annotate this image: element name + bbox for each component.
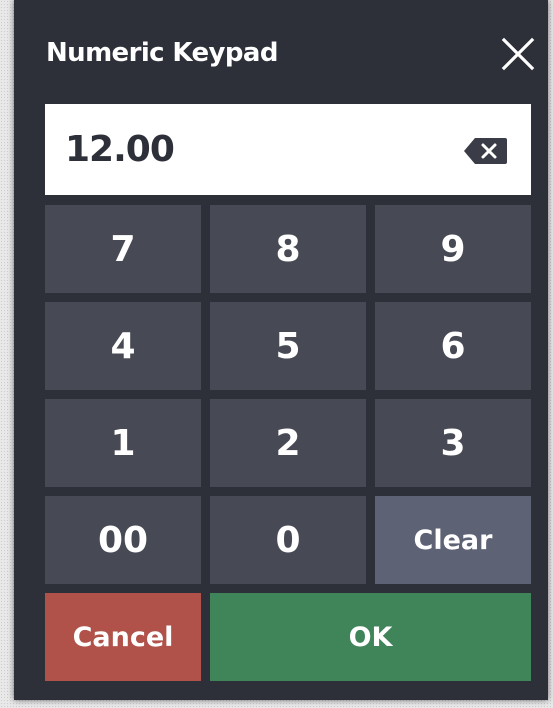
ok-button[interactable]: OK (210, 593, 531, 681)
key-5[interactable]: 5 (210, 302, 366, 390)
key-3[interactable]: 3 (375, 399, 531, 487)
key-7[interactable]: 7 (45, 205, 201, 293)
close-icon (501, 37, 535, 71)
dialog-title: Numeric Keypad (46, 38, 278, 68)
backspace-button[interactable] (463, 136, 509, 166)
key-2[interactable]: 2 (210, 399, 366, 487)
key-9[interactable]: 9 (375, 205, 531, 293)
value-display[interactable]: 12.00 (45, 104, 531, 195)
numeric-keypad-dialog: Numeric Keypad 12.00 7 8 9 4 5 6 1 2 3 0… (14, 0, 548, 700)
clear-button[interactable]: Clear (375, 496, 531, 584)
key-8[interactable]: 8 (210, 205, 366, 293)
cancel-button[interactable]: Cancel (45, 593, 201, 681)
key-1[interactable]: 1 (45, 399, 201, 487)
key-4[interactable]: 4 (45, 302, 201, 390)
key-0[interactable]: 0 (210, 496, 366, 584)
key-6[interactable]: 6 (375, 302, 531, 390)
backspace-icon (464, 138, 507, 164)
close-button[interactable] (498, 34, 538, 74)
display-value: 12.00 (65, 129, 175, 170)
key-00[interactable]: 00 (45, 496, 201, 584)
